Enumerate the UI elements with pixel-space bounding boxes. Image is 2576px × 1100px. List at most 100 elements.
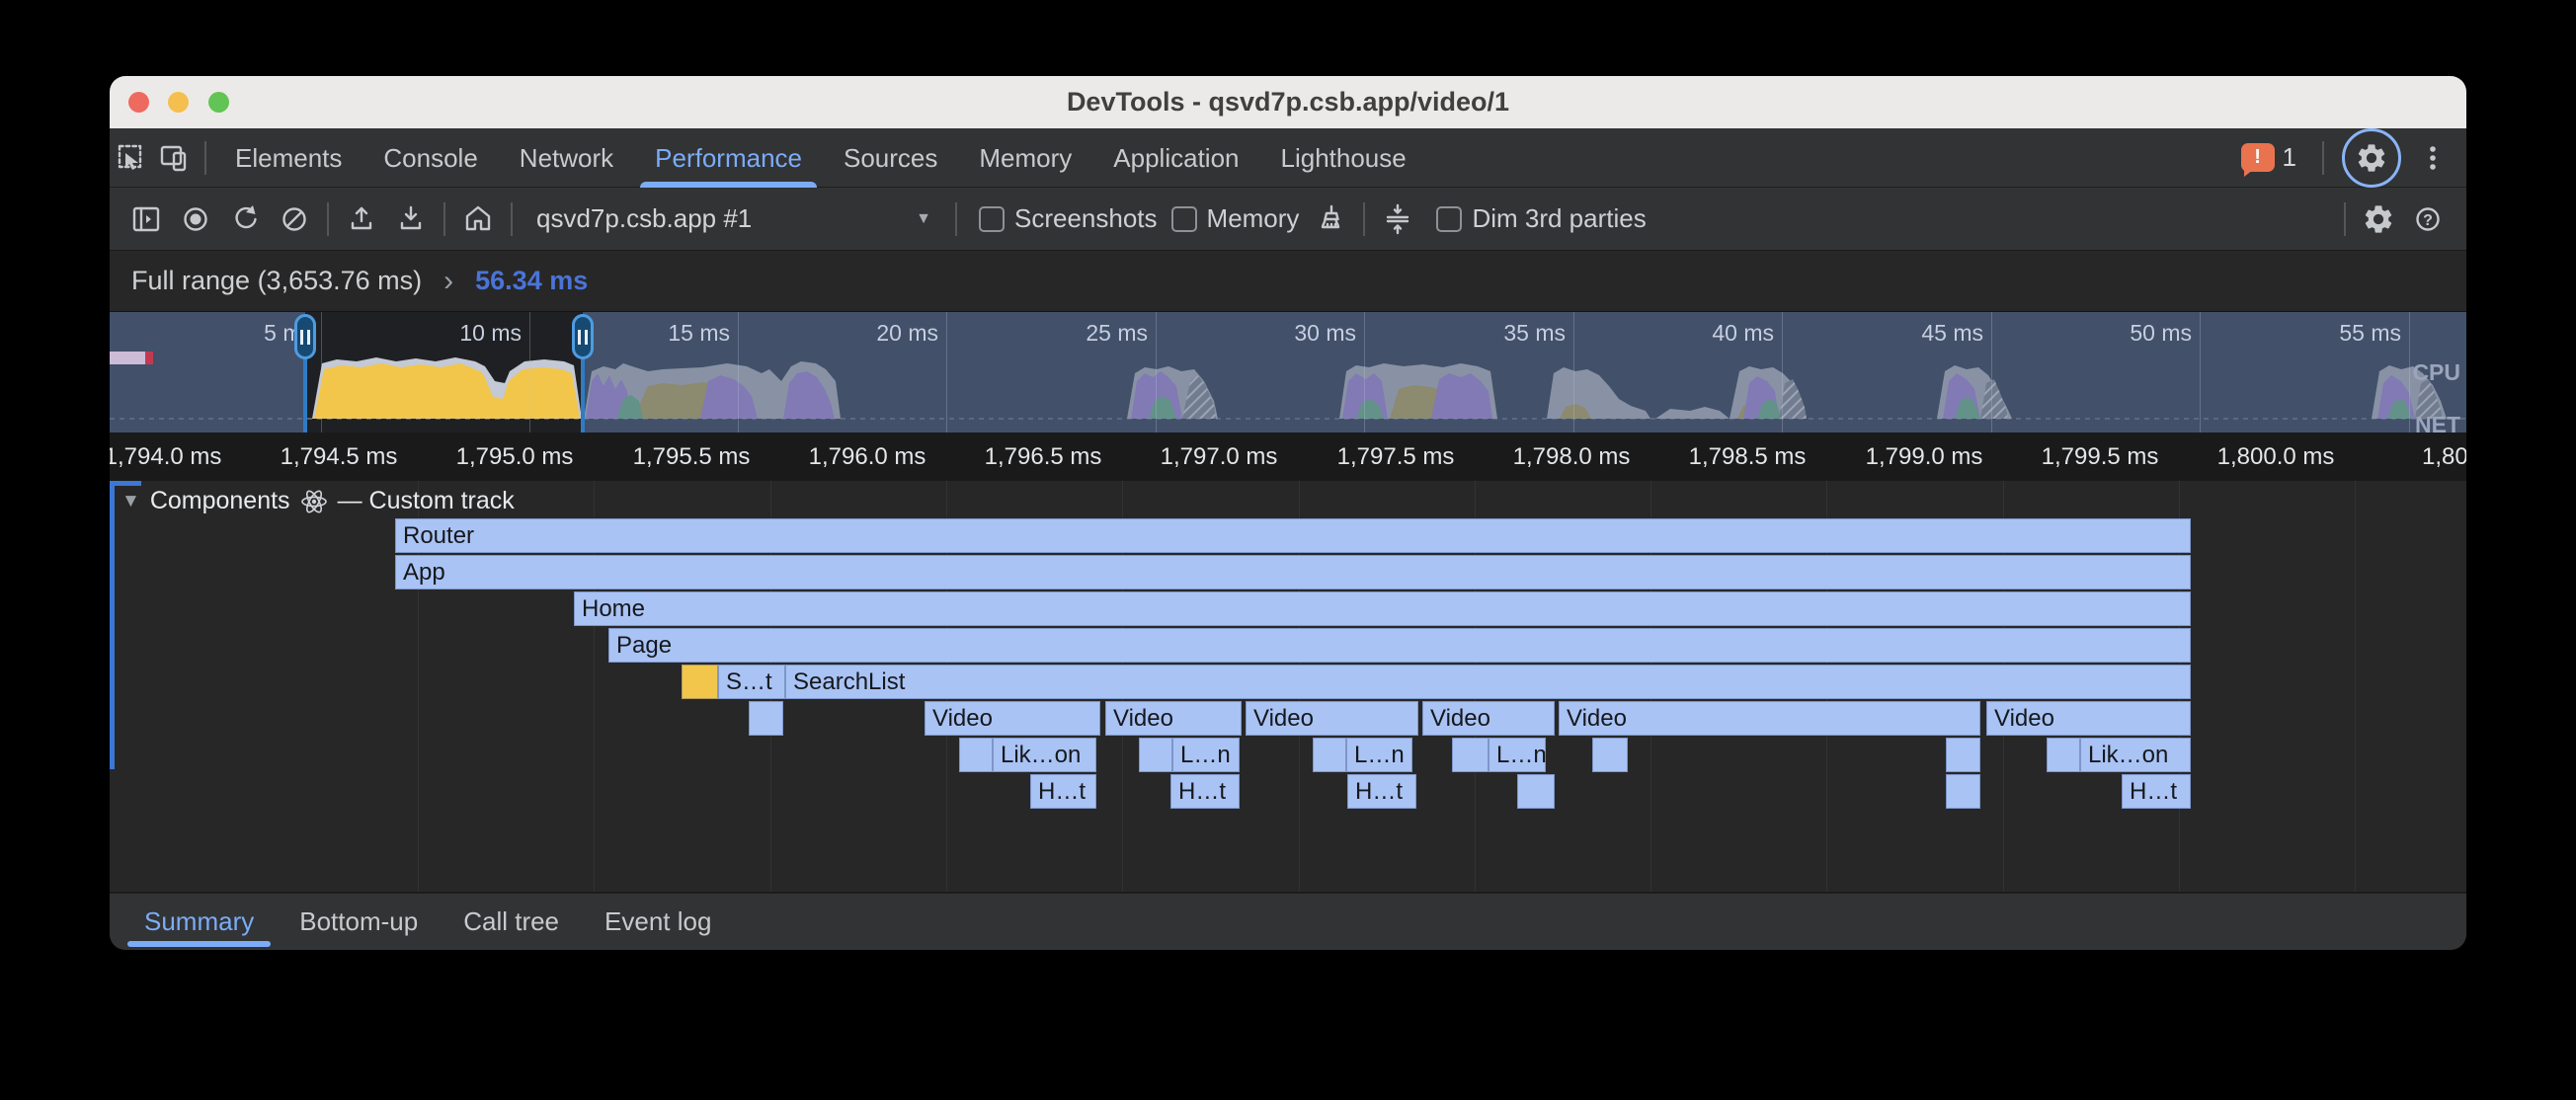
range-breadcrumb: Full range (3,653.76 ms) › 56.34 ms: [110, 251, 2466, 311]
help-button[interactable]: ?: [2406, 197, 2450, 241]
flame-bar-l-n[interactable]: L…n: [1489, 738, 1546, 772]
flame-area[interactable]: ▼ Components — Custom track RouterAppHom…: [110, 481, 2466, 892]
flame-bar[interactable]: [1313, 738, 1346, 772]
overview-gridline: [321, 312, 322, 432]
flame-bar-video[interactable]: Video: [1986, 701, 2191, 736]
flame-bar-video[interactable]: Video: [1105, 701, 1242, 736]
flame-bar-l-n[interactable]: L…n: [1172, 738, 1240, 772]
perf-settings-button[interactable]: [2357, 197, 2400, 241]
flame-bar[interactable]: [1946, 738, 1980, 772]
help-icon: ?: [2411, 202, 2445, 236]
flame-bar-lik-on[interactable]: Lik…on: [993, 738, 1096, 772]
record-button[interactable]: [174, 197, 217, 241]
tab-memory[interactable]: Memory: [958, 128, 1092, 188]
flame-bar[interactable]: [959, 738, 993, 772]
gear-icon: [2355, 141, 2388, 175]
garbage-brush-icon: [1314, 202, 1347, 236]
divider: [955, 202, 957, 236]
flame-bar[interactable]: [1452, 738, 1489, 772]
flame-bar-video[interactable]: Video: [925, 701, 1100, 736]
flame-bar-video[interactable]: Video: [1422, 701, 1555, 736]
overview-gridline: [1782, 312, 1783, 432]
tab-performance[interactable]: Performance: [634, 128, 823, 188]
bottom-tab-event-log[interactable]: Event log: [582, 894, 734, 950]
overview-tick-label: 25 ms: [1000, 320, 1148, 347]
full-range-crumb[interactable]: Full range (3,653.76 ms): [131, 266, 422, 296]
flame-bar-lik-on[interactable]: Lik…on: [2080, 738, 2191, 772]
dim-3rd-parties-label: Dim 3rd parties: [1472, 203, 1646, 234]
selection-handle-left[interactable]: [294, 314, 316, 359]
tab-elements[interactable]: Elements: [214, 128, 362, 188]
bottom-tab-bottom-up[interactable]: Bottom-up: [277, 894, 441, 950]
ruler-tick-label: 1,796.5 ms: [985, 443, 1102, 471]
flame-bar[interactable]: [1517, 774, 1555, 809]
flame-bar-video[interactable]: Video: [1246, 701, 1418, 736]
overview-gridline: [1573, 312, 1574, 432]
track-header[interactable]: ▼ Components — Custom track: [121, 487, 515, 515]
overview-strip[interactable]: CPU NET 5 ms10 ms15 ms20 ms25 ms30 ms35 …: [110, 311, 2466, 432]
flame-bar[interactable]: [1592, 738, 1628, 772]
filmstrip-marker: [145, 352, 153, 364]
flame-bar-l-n[interactable]: L…n: [1346, 738, 1412, 772]
collect-garbage-button[interactable]: [1309, 197, 1352, 241]
ruler-tick-label: 1,799.5 ms: [2042, 443, 2159, 471]
flame-bar-h-t[interactable]: H…t: [1030, 774, 1096, 809]
flame-bar-app[interactable]: App: [395, 555, 2191, 589]
tab-application[interactable]: Application: [1092, 128, 1259, 188]
flame-bar[interactable]: [2047, 738, 2080, 772]
tab-console[interactable]: Console: [362, 128, 498, 188]
download-icon: [394, 202, 428, 236]
flame-bar-s-t[interactable]: S…t: [718, 665, 785, 699]
toggle-sidebar-button[interactable]: [124, 197, 168, 241]
disclosure-triangle-icon[interactable]: ▼: [121, 491, 140, 512]
ruler-tick-label: 1,796.0 ms: [809, 443, 926, 471]
home-button[interactable]: [456, 197, 500, 241]
ruler-tick-label: 1,794.0 ms: [110, 443, 221, 471]
overview-gridline: [738, 312, 739, 432]
more-options-button[interactable]: [2411, 136, 2455, 180]
flame-bar-h-t[interactable]: H…t: [2122, 774, 2191, 809]
flame-bar[interactable]: [1139, 738, 1172, 772]
flame-bar-home[interactable]: Home: [574, 591, 2191, 626]
selection-handle-right[interactable]: [572, 314, 594, 359]
bottom-tab-summary[interactable]: Summary: [121, 894, 277, 950]
flame-bar-searchlist[interactable]: SearchList: [785, 665, 2191, 699]
collapse-recording-button[interactable]: [1376, 197, 1419, 241]
record-and-reload-button[interactable]: [223, 197, 267, 241]
overview-gridline: [2409, 312, 2410, 432]
track-selection-corner: [110, 481, 141, 486]
ruler-tick-label: 1,800.0 ms: [2217, 443, 2335, 471]
device-toolbar-button[interactable]: [153, 136, 197, 180]
clear-button[interactable]: [273, 197, 316, 241]
divider: [204, 141, 206, 175]
overview-tick-label: 20 ms: [790, 320, 938, 347]
flame-bar-h-t[interactable]: H…t: [1170, 774, 1240, 809]
flame-bar-page[interactable]: Page: [608, 628, 2191, 663]
flame-bar-video[interactable]: Video: [1559, 701, 1980, 736]
selected-range-crumb[interactable]: 56.34 ms: [475, 266, 588, 296]
tab-lighthouse[interactable]: Lighthouse: [1260, 128, 1427, 188]
screenshots-checkbox[interactable]: [979, 206, 1005, 232]
tab-sources[interactable]: Sources: [823, 128, 958, 188]
bottom-tab-call-tree[interactable]: Call tree: [441, 894, 582, 950]
memory-checkbox[interactable]: [1171, 206, 1197, 232]
screenshot-stage: DevTools - qsvd7p.csb.app/video/1 Elemen…: [0, 0, 2576, 1100]
dim-3rd-parties-checkbox[interactable]: [1436, 206, 1462, 232]
flame-bar-h-t[interactable]: H…t: [1347, 774, 1416, 809]
load-profile-button[interactable]: [340, 197, 383, 241]
issues-badge[interactable]: !: [2241, 143, 2275, 172]
flame-bar-router[interactable]: Router: [395, 518, 2191, 553]
overview-gridline: [1364, 312, 1365, 432]
net-lane-label: NET: [2415, 412, 2460, 432]
tab-network[interactable]: Network: [499, 128, 634, 188]
target-selector[interactable]: qsvd7p.csb.app #1 ▼: [521, 196, 947, 243]
flame-bar[interactable]: [1946, 774, 1980, 809]
save-profile-button[interactable]: [389, 197, 433, 241]
flame-bar[interactable]: [682, 665, 718, 699]
flame-bar[interactable]: [749, 701, 783, 736]
settings-button-focused[interactable]: [2342, 128, 2401, 188]
inspect-element-button[interactable]: [110, 136, 153, 180]
issues-count: 1: [2283, 142, 2296, 173]
home-icon: [461, 202, 495, 236]
screenshots-label: Screenshots: [1014, 203, 1158, 234]
